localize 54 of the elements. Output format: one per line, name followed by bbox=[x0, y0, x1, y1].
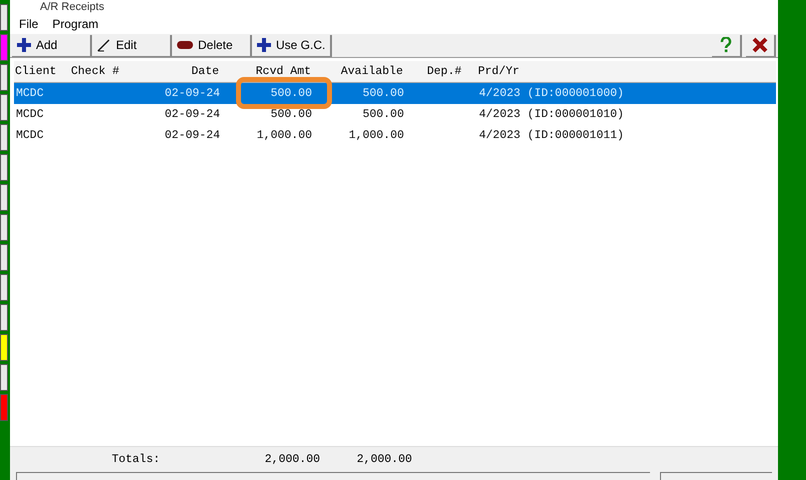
side-tab[interactable] bbox=[0, 4, 8, 31]
side-tab[interactable] bbox=[0, 334, 8, 361]
pencil-icon bbox=[96, 37, 112, 53]
close-button[interactable] bbox=[746, 34, 776, 56]
table-cell: 500.00 bbox=[362, 108, 404, 121]
column-header[interactable]: Dep.# bbox=[403, 62, 478, 80]
menu-item[interactable]: File bbox=[19, 15, 38, 33]
table-cell: 500.00 bbox=[270, 108, 312, 121]
toolbar-button[interactable]: Add bbox=[12, 34, 92, 56]
table-cell: 02-09-24 bbox=[164, 86, 220, 100]
column-header[interactable]: Date bbox=[127, 62, 219, 80]
column-header[interactable]: Client bbox=[15, 62, 71, 80]
side-tab[interactable] bbox=[0, 274, 8, 301]
table-cell: 4/2023 (ID:000001010) bbox=[479, 108, 624, 121]
toolbar-button[interactable]: Use G.C. bbox=[252, 34, 332, 56]
plus-icon bbox=[256, 37, 272, 53]
side-tab[interactable] bbox=[0, 154, 8, 181]
column-header[interactable]: Check # bbox=[71, 62, 127, 80]
column-header[interactable]: Prd/Yr bbox=[478, 62, 776, 80]
table-row[interactable]: MCDC 02-09-24 1,000.00 1,000.00 4/2023 (ID:000001011) bbox=[14, 125, 776, 146]
toolbar-button[interactable]: Delete bbox=[172, 34, 252, 56]
side-tab[interactable] bbox=[0, 94, 8, 121]
table-cell: 1,000.00 bbox=[256, 128, 312, 142]
table-row[interactable]: MCDC 02-09-24 500.00 500.00 4/2023 (ID:000001000) bbox=[14, 83, 776, 104]
table-row[interactable]: MCDC 02-09-24 500.00 500.00 4/2023 (ID:000001010) bbox=[14, 104, 776, 125]
table-cell: 02-09-24 bbox=[164, 128, 220, 142]
table-cell: MCDC bbox=[16, 108, 44, 121]
column-header[interactable]: Rcvd Amt bbox=[219, 62, 311, 80]
side-tab[interactable] bbox=[0, 304, 8, 331]
totals-label: Totals: bbox=[112, 452, 160, 466]
side-tab[interactable] bbox=[0, 364, 8, 391]
totals-value: 2,000.00 bbox=[356, 452, 412, 466]
table-cell: 1,000.00 bbox=[348, 128, 404, 142]
window-title: A/R Receipts bbox=[40, 0, 104, 14]
table-cell: 500.00 bbox=[362, 86, 404, 100]
close-icon bbox=[752, 37, 768, 53]
table-cell: MCDC bbox=[16, 86, 44, 100]
side-tab[interactable] bbox=[0, 124, 8, 151]
help-button[interactable] bbox=[712, 34, 742, 56]
table-cell: 4/2023 (ID:000001011) bbox=[479, 128, 624, 142]
column-header[interactable]: Available bbox=[311, 62, 403, 80]
side-tab[interactable] bbox=[0, 184, 8, 211]
totals-value: 2,000.00 bbox=[264, 452, 320, 466]
table-cell: MCDC bbox=[16, 128, 44, 142]
menu-item[interactable]: Program bbox=[52, 15, 98, 33]
side-tab[interactable] bbox=[0, 64, 8, 91]
plus-icon bbox=[16, 37, 32, 53]
toolbar-button[interactable]: Edit bbox=[92, 34, 172, 56]
table-cell: 500.00 bbox=[270, 86, 312, 100]
side-tab[interactable] bbox=[0, 214, 8, 241]
question-mark-icon bbox=[720, 37, 732, 53]
side-tab[interactable] bbox=[0, 244, 8, 271]
table-cell: 02-09-24 bbox=[164, 108, 220, 121]
table-cell: 4/2023 (ID:000001000) bbox=[479, 86, 624, 100]
